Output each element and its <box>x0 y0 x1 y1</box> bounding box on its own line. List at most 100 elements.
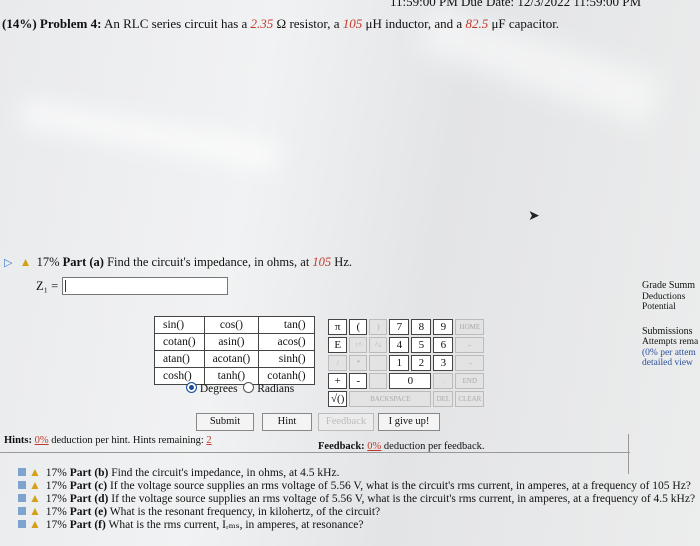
expand-triangle-icon[interactable]: ▷ <box>4 257 12 269</box>
hints-label: Hints: <box>4 435 33 446</box>
sqrt-key[interactable]: √() <box>328 391 348 407</box>
atan-button[interactable]: atan() <box>154 350 205 368</box>
backspace-key[interactable]: BACKSPACE <box>349 391 432 407</box>
part-a-frequency: 105 <box>312 255 332 269</box>
divide-key[interactable]: / <box>328 355 348 371</box>
blank-key[interactable] <box>369 373 388 389</box>
part-f-row[interactable]: ▲ 17% Part (f) What is the rms current, … <box>18 518 695 531</box>
left-arrow-key[interactable]: ← <box>455 337 485 353</box>
close-paren-key[interactable]: ) <box>369 319 388 335</box>
cotan-button[interactable]: cotan() <box>154 333 205 351</box>
due-date-banner: 11:59:00 PM Due Date: 12/3/2022 11:59:00… <box>390 0 642 9</box>
problem-text: μF capacitor. <box>491 16 560 31</box>
key-3[interactable]: 3 <box>433 355 454 371</box>
hints-text: deduction per hint. Hints remaining: <box>51 435 204 446</box>
key-1[interactable]: 1 <box>389 355 410 371</box>
feedback-info: Feedback: 0% deduction per feedback. <box>318 441 485 452</box>
clear-key[interactable]: CLEAR <box>455 391 485 407</box>
hints-remaining: 2 <box>206 435 212 446</box>
sinh-button[interactable]: sinh() <box>258 350 315 368</box>
warning-icon: ▲ <box>29 491 41 505</box>
blank-key[interactable] <box>369 355 388 371</box>
part-c-row[interactable]: ▲ 17% Part (c) If the voltage source sup… <box>18 479 695 492</box>
pi-key[interactable]: π <box>328 319 348 335</box>
answer-input[interactable] <box>62 277 228 295</box>
del-key[interactable]: DEL <box>433 391 454 407</box>
cos-button[interactable]: cos() <box>203 316 260 334</box>
down-key[interactable]: ^↓ <box>369 337 388 353</box>
key-4[interactable]: 4 <box>389 337 410 353</box>
degrees-radio[interactable] <box>186 382 197 393</box>
part-label: Part (c) <box>69 480 108 492</box>
problem-statement: (14%) Problem 4: An RLC series circuit h… <box>2 16 559 32</box>
part-a-text: Find the circuit's impedance, in ohms, a… <box>107 255 310 269</box>
part-label: Part (d) <box>69 493 109 505</box>
feedback-button[interactable]: Feedback <box>318 413 374 431</box>
radians-radio[interactable] <box>243 382 255 393</box>
inductance-value: 105 <box>342 16 363 31</box>
right-arrow-key[interactable]: → <box>455 355 485 371</box>
part-icon <box>18 468 26 476</box>
key-7[interactable]: 7 <box>389 319 410 335</box>
part-weight: 17% <box>45 493 67 505</box>
e-key[interactable]: E <box>328 337 348 353</box>
key-6[interactable]: 6 <box>433 337 454 353</box>
home-key[interactable]: HOME <box>455 319 485 335</box>
angle-mode-selector: Degrees Radians <box>186 382 294 395</box>
grade-summary-title: Grade Summ <box>642 281 696 291</box>
minus-key[interactable]: - <box>349 373 368 389</box>
part-e-row[interactable]: ▲ 17% Part (e) What is the resonant freq… <box>18 505 695 518</box>
part-text: What is the resonant frequency, in kiloh… <box>109 506 381 518</box>
submissions-title: Submissions <box>642 325 693 337</box>
part-a-weight: 17% <box>36 255 60 269</box>
problem-label: Problem 4: <box>39 16 102 31</box>
dot-key[interactable]: . <box>433 373 454 389</box>
part-weight: 17% <box>45 467 67 479</box>
acotan-button[interactable]: acotan() <box>203 350 260 368</box>
per-attempt-label: (0% per attem <box>642 347 696 358</box>
open-paren-key[interactable]: ( <box>349 319 368 335</box>
part-weight: 17% <box>45 506 67 518</box>
part-text: If the voltage source supplies an rms vo… <box>111 493 696 505</box>
radians-label: Radians <box>257 383 295 395</box>
keypad: π ( ) 7 8 9 HOME E ↑^ ^↓ 4 5 6 ← / * 1 2… <box>326 317 486 409</box>
hints-deduction: 0% <box>34 435 49 446</box>
key-2[interactable]: 2 <box>411 355 432 371</box>
multiply-key[interactable]: * <box>349 355 368 371</box>
warning-icon: ▲ <box>29 465 41 479</box>
tan-button[interactable]: tan() <box>258 316 315 334</box>
up-key[interactable]: ↑^ <box>349 337 368 353</box>
part-a-unit: Hz. <box>334 255 352 269</box>
divider <box>0 452 630 453</box>
part-text: If the voltage source supplies an rms vo… <box>109 480 691 492</box>
acos-button[interactable]: acos() <box>258 333 315 351</box>
key-0[interactable]: 0 <box>389 373 432 389</box>
part-icon <box>18 520 26 528</box>
key-5[interactable]: 5 <box>411 337 432 353</box>
text-cursor <box>65 280 66 292</box>
hint-button[interactable]: Hint <box>262 413 312 431</box>
part-d-row[interactable]: ▲ 17% Part (d) If the voltage source sup… <box>18 492 695 505</box>
part-text: What is the rms current, Iᵣₘₛ, in ampere… <box>108 519 364 531</box>
detailed-view-link[interactable]: detailed view <box>642 358 700 369</box>
resistance-value: 2.35 <box>250 16 274 31</box>
submit-button[interactable]: Submit <box>196 413 254 431</box>
key-8[interactable]: 8 <box>411 319 432 335</box>
give-up-button[interactable]: I give up! <box>378 413 440 431</box>
part-label: Part (b) <box>69 467 109 479</box>
feedback-label: Feedback: <box>318 441 365 452</box>
screen-glare <box>19 97 281 173</box>
end-key[interactable]: END <box>455 373 485 389</box>
page: 11:59:00 PM Due Date: 12/3/2022 11:59:00… <box>0 0 700 546</box>
part-icon <box>18 507 26 515</box>
asin-button[interactable]: asin() <box>203 333 260 351</box>
problem-text: An RLC series circuit has a <box>103 16 248 31</box>
plus-key[interactable]: + <box>328 373 348 389</box>
sin-button[interactable]: sin() <box>154 316 205 334</box>
attempts-label: Attempts rema <box>642 337 699 347</box>
part-icon <box>18 494 26 502</box>
feedback-text: deduction per feedback. <box>383 441 485 452</box>
key-9[interactable]: 9 <box>433 319 454 335</box>
function-palette: sin() cos() tan() cotan() asin() acos() … <box>154 316 315 385</box>
part-b-row[interactable]: ▲ 17% Part (b) Find the circuit's impeda… <box>18 466 695 479</box>
